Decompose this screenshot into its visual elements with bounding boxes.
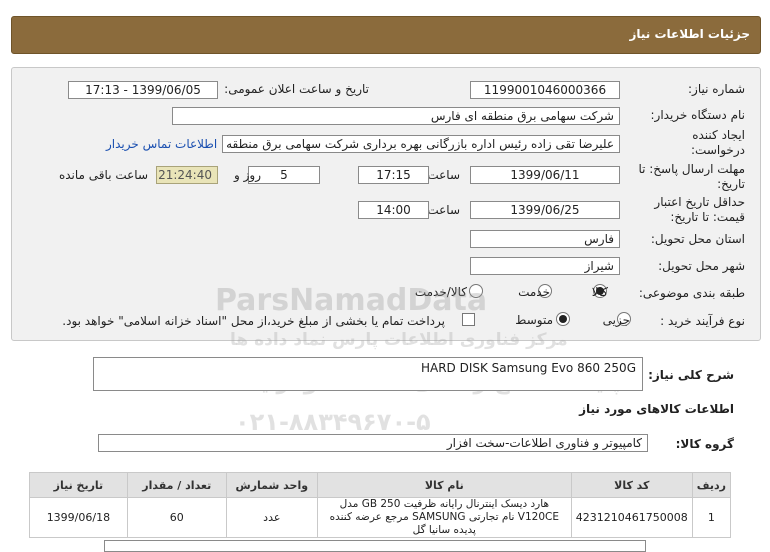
category-both-label: کالا/خدمت <box>414 285 467 299</box>
buyer-field: شرکت سهامی برق منطقه ای فارس <box>172 107 620 125</box>
announce-field: 1399/06/05 - 17:13 <box>68 81 218 99</box>
treasury-payment-checkbox[interactable] <box>462 313 475 326</box>
province-label: استان محل تحویل: <box>650 232 745 246</box>
cell-unit: عدد <box>225 497 318 538</box>
need-number-field: 1199001046000366 <box>470 81 620 99</box>
validity-label: حداقل تاریخ اعتبار قیمت: تا تاریخ: <box>654 195 745 224</box>
cell-qty: 60 <box>126 497 227 538</box>
category-service-label: خدمت <box>518 285 550 299</box>
category-both-radio[interactable] <box>469 284 483 298</box>
process-minor-label: جزیی <box>602 313 630 327</box>
deadline-date-field: 1399/06/11 <box>470 166 620 184</box>
goods-info-heading: اطلاعات کالاهای مورد نیاز <box>579 402 734 416</box>
deadline-time-field: 17:15 <box>358 166 429 184</box>
payment-note: پرداخت تمام یا بخشی از مبلغ خرید،از محل … <box>62 314 445 328</box>
goods-group-label: گروه کالا: <box>675 437 734 451</box>
next-section-box <box>104 540 646 552</box>
cell-date: 1399/06/18 <box>29 497 128 538</box>
description-box: HARD DISK Samsung Evo 860 250G <box>93 357 643 391</box>
creator-label: ایجاد کننده درخواست: <box>691 128 745 157</box>
table-row[interactable]: 1 4231210461750008 هارد دیسک اینترنال را… <box>29 497 732 538</box>
col-header-unit: واحد شمارش <box>225 472 318 498</box>
days-label: روز و <box>234 168 261 182</box>
deadline-time-label: ساعت <box>427 168 460 182</box>
process-medium-radio[interactable] <box>556 312 570 326</box>
cell-code: 4231210461750008 <box>570 497 693 538</box>
table-header-row: ردیف کد کالا نام کالا واحد شمارش تعداد /… <box>29 472 732 498</box>
buyer-contact-link[interactable]: اطلاعات تماس خریدار <box>106 137 217 151</box>
page-header: جزئیات اطلاعات نیاز <box>11 16 761 54</box>
validity-time-label: ساعت <box>427 203 460 217</box>
process-medium-label: متوسط <box>515 313 553 327</box>
description-label: شرح کلی نیاز: <box>648 368 734 382</box>
validity-time-field: 14:00 <box>358 201 429 219</box>
col-header-qty: تعداد / مقدار <box>126 472 227 498</box>
city-label: شهر محل تحویل: <box>658 259 745 273</box>
category-label: طبقه بندی موضوعی: <box>638 286 745 300</box>
process-label: نوع فرآیند خرید : <box>660 314 745 328</box>
province-field: فارس <box>470 230 620 248</box>
remaining-time-field: 21:24:40 <box>156 166 218 184</box>
col-header-row: ردیف <box>691 472 732 498</box>
watermark-phone: ۰۲۱-۸۸۳۴۹۶۷۰-۵ <box>235 408 431 436</box>
remaining-label: ساعت باقی مانده <box>58 168 148 182</box>
announce-label: تاریخ و ساعت اعلان عمومی: <box>224 82 369 96</box>
col-header-code: کد کالا <box>570 472 693 498</box>
buyer-label: نام دستگاه خریدار: <box>650 108 746 122</box>
cell-row: 1 <box>691 497 732 538</box>
col-header-name: نام کالا <box>316 472 572 498</box>
need-number-label: شماره نیاز: <box>688 82 745 96</box>
col-header-date: تاریخ نیاز <box>29 472 128 498</box>
goods-table: ردیف کد کالا نام کالا واحد شمارش تعداد /… <box>29 472 732 538</box>
deadline-label: مهلت ارسال پاسخ: تا تاریخ: <box>638 162 745 191</box>
city-field: شیراز <box>470 257 620 275</box>
goods-group-field: کامپیوتر و فناوری اطلاعات-سخت افزار <box>98 434 648 452</box>
description-text: HARD DISK Samsung Evo 860 250G <box>420 361 636 375</box>
creator-field: علیرضا تقی زاده رئیس اداره بازرگانی بهره… <box>222 135 620 153</box>
cell-name: هارد دیسک اینترنال رایانه ظرفیت 250 GB م… <box>316 497 572 538</box>
page-title: جزئیات اطلاعات نیاز <box>629 27 750 41</box>
need-details-panel: شماره نیاز: 1199001046000366 تاریخ و ساع… <box>11 67 761 341</box>
category-goods-label: کالا <box>591 285 608 299</box>
validity-date-field: 1399/06/25 <box>470 201 620 219</box>
